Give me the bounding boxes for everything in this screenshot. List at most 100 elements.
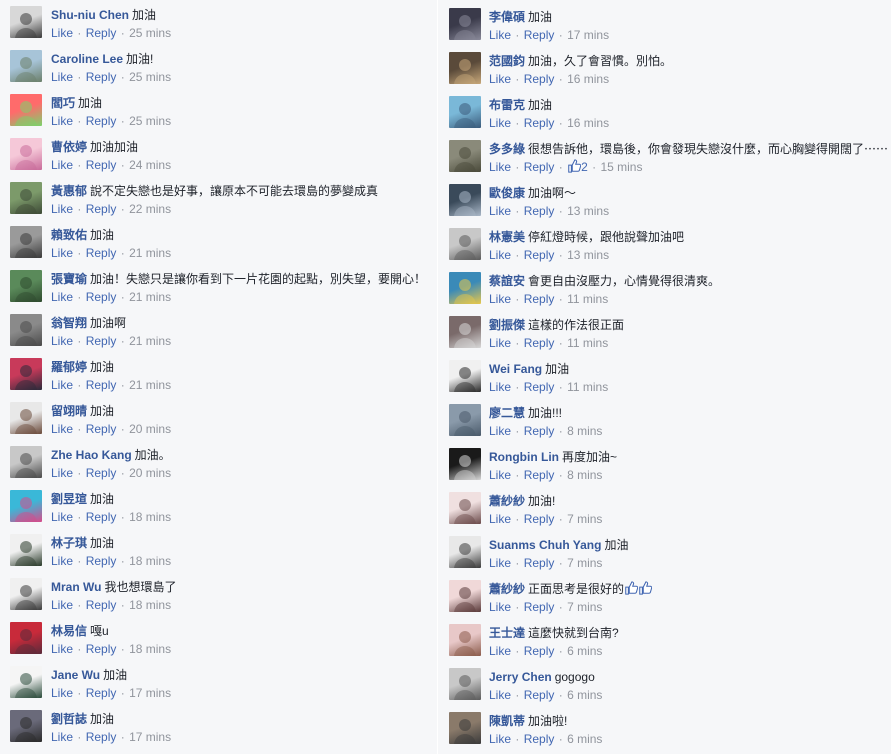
comment-timestamp[interactable]: 20 mins (129, 422, 171, 436)
comment-timestamp[interactable]: 7 mins (567, 512, 602, 526)
comment-timestamp[interactable]: 18 mins (129, 642, 171, 656)
comment-timestamp[interactable]: 6 mins (567, 688, 602, 702)
comment-timestamp[interactable]: 15 mins (600, 160, 642, 174)
comment-author[interactable]: Jerry Chen (489, 670, 552, 684)
comment-author[interactable]: Rongbin Lin (489, 450, 559, 464)
comment-timestamp[interactable]: 8 mins (567, 424, 602, 438)
comment-timestamp[interactable]: 6 mins (567, 644, 602, 658)
reply-button[interactable]: Reply (86, 26, 117, 40)
reply-button[interactable]: Reply (86, 730, 117, 744)
comment-timestamp[interactable]: 17 mins (129, 686, 171, 700)
comment-author[interactable]: Caroline Lee (51, 52, 123, 66)
reply-button[interactable]: Reply (86, 598, 117, 612)
comment-author[interactable]: 蔡誼安 (489, 274, 525, 288)
comment-author[interactable]: Jane Wu (51, 668, 100, 682)
avatar[interactable] (449, 316, 481, 348)
avatar[interactable] (449, 228, 481, 260)
avatar[interactable] (449, 668, 481, 700)
comment-author[interactable]: 蕭紗紗 (489, 582, 525, 596)
comment-timestamp[interactable]: 18 mins (129, 510, 171, 524)
avatar[interactable] (449, 448, 481, 480)
reply-button[interactable]: Reply (524, 556, 555, 570)
comment-timestamp[interactable]: 7 mins (567, 600, 602, 614)
comment-author[interactable]: 張寶瑜 (51, 272, 87, 286)
comment-timestamp[interactable]: 25 mins (129, 26, 171, 40)
like-button[interactable]: Like (51, 466, 73, 480)
avatar[interactable] (10, 182, 42, 214)
like-button[interactable]: Like (489, 292, 511, 306)
comment-timestamp[interactable]: 24 mins (129, 158, 171, 172)
reply-button[interactable]: Reply (86, 510, 117, 524)
reply-button[interactable]: Reply (524, 116, 555, 130)
comment-author[interactable]: 劉昱瑄 (51, 492, 87, 506)
like-button[interactable]: Like (51, 686, 73, 700)
avatar[interactable] (449, 52, 481, 84)
reply-button[interactable]: Reply (524, 424, 555, 438)
reply-button[interactable]: Reply (86, 334, 117, 348)
comment-timestamp[interactable]: 18 mins (129, 554, 171, 568)
avatar[interactable] (10, 50, 42, 82)
like-button[interactable]: Like (51, 642, 73, 656)
like-button[interactable]: Like (489, 28, 511, 42)
reply-button[interactable]: Reply (86, 246, 117, 260)
comment-timestamp[interactable]: 25 mins (129, 70, 171, 84)
like-button[interactable]: Like (51, 422, 73, 436)
avatar[interactable] (449, 712, 481, 744)
comment-timestamp[interactable]: 11 mins (567, 380, 608, 394)
like-button[interactable]: Like (489, 160, 511, 174)
like-button[interactable]: Like (51, 554, 73, 568)
avatar[interactable] (449, 96, 481, 128)
comment-timestamp[interactable]: 7 mins (567, 556, 602, 570)
comment-author[interactable]: Shu-niu Chen (51, 8, 129, 22)
avatar[interactable] (449, 184, 481, 216)
like-button[interactable]: Like (489, 336, 511, 350)
reply-button[interactable]: Reply (524, 688, 555, 702)
comment-timestamp[interactable]: 18 mins (129, 598, 171, 612)
like-button[interactable]: Like (51, 378, 73, 392)
comment-timestamp[interactable]: 11 mins (567, 292, 608, 306)
comment-timestamp[interactable]: 21 mins (129, 290, 171, 304)
comment-timestamp[interactable]: 22 mins (129, 202, 171, 216)
comment-timestamp[interactable]: 17 mins (567, 28, 609, 42)
comment-author[interactable]: Wei Fang (489, 362, 542, 376)
comment-author[interactable]: 羅郁婷 (51, 360, 87, 374)
like-button[interactable]: Like (51, 510, 73, 524)
like-button[interactable]: Like (489, 116, 511, 130)
like-button[interactable]: Like (489, 644, 511, 658)
comment-author[interactable]: 劉哲誌 (51, 712, 87, 726)
like-button[interactable]: Like (489, 248, 511, 262)
like-button[interactable]: Like (489, 556, 511, 570)
like-button[interactable]: Like (489, 424, 511, 438)
like-button[interactable]: Like (51, 730, 73, 744)
comment-author[interactable]: 布雷克 (489, 98, 525, 112)
avatar[interactable] (10, 402, 42, 434)
comment-timestamp[interactable]: 21 mins (129, 378, 171, 392)
comment-author[interactable]: 林憲美 (489, 230, 525, 244)
like-button[interactable]: Like (51, 598, 73, 612)
reply-button[interactable]: Reply (86, 70, 117, 84)
comment-author[interactable]: 曹依婷 (51, 140, 87, 154)
comment-author[interactable]: 范國鈞 (489, 54, 525, 68)
reply-button[interactable]: Reply (86, 554, 117, 568)
reply-button[interactable]: Reply (524, 512, 555, 526)
reply-button[interactable]: Reply (524, 248, 555, 262)
comment-author[interactable]: 多多綠 (489, 142, 525, 156)
avatar[interactable] (449, 492, 481, 524)
comment-author[interactable]: 劉振傑 (489, 318, 525, 332)
like-button[interactable]: Like (489, 512, 511, 526)
comment-timestamp[interactable]: 13 mins (567, 248, 609, 262)
reply-button[interactable]: Reply (524, 732, 555, 746)
comment-author[interactable]: 陳凱蒂 (489, 714, 525, 728)
reply-button[interactable]: Reply (524, 292, 555, 306)
avatar[interactable] (10, 710, 42, 742)
like-button[interactable]: Like (51, 114, 73, 128)
reply-button[interactable]: Reply (86, 290, 117, 304)
comment-author[interactable]: 林易信 (51, 624, 87, 638)
reply-button[interactable]: Reply (524, 336, 555, 350)
comment-author[interactable]: 賴致佑 (51, 228, 87, 242)
avatar[interactable] (10, 490, 42, 522)
comment-timestamp[interactable]: 13 mins (567, 204, 609, 218)
avatar[interactable] (10, 666, 42, 698)
avatar[interactable] (449, 580, 481, 612)
avatar[interactable] (10, 138, 42, 170)
